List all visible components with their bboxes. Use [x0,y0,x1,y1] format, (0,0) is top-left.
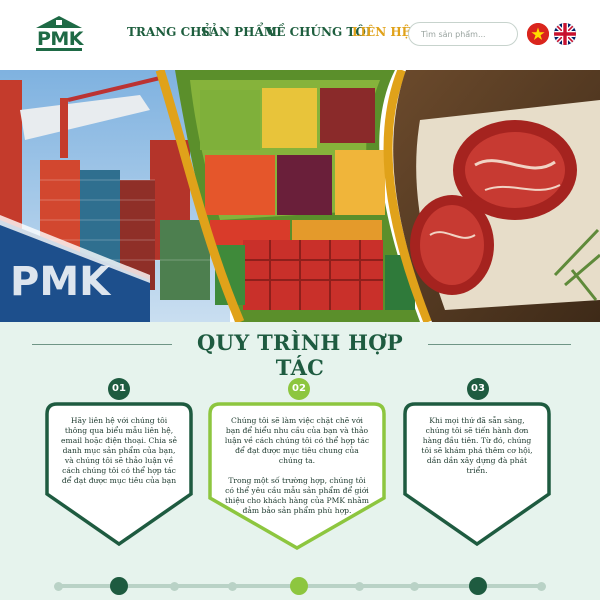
step-description: Khi mọi thứ đã sẵn sàng, chúng tôi sẽ ti… [419,416,535,476]
timeline-dot [355,582,364,591]
search-input[interactable] [408,22,518,46]
step-number-badge: 03 [467,378,489,400]
nav-home[interactable]: TRANG CHỦ [127,25,212,39]
pmk-logo[interactable]: PMK [34,16,84,52]
vietnam-flag-icon[interactable] [527,23,549,45]
timeline-dot [410,582,419,591]
timeline-step-dot[interactable] [290,577,308,595]
svg-text:PMK: PMK [10,259,112,305]
step-paragraph: Khi mọi thứ đã sẵn sàng, chúng tôi sẽ ti… [421,416,533,475]
timeline-step-dot[interactable] [469,577,487,595]
site-header: PMK TRANG CHỦ SẢN PHẨM VỀ CHÚNG TÔI LIÊN… [0,0,600,70]
timeline-dot [537,582,546,591]
step-paragraph: Chúng tôi sẽ làm việc chặt chẽ với bạn đ… [224,416,370,465]
nav-products[interactable]: SẢN PHẨM [201,25,277,39]
step-description: Chúng tôi sẽ làm việc chặt chẽ với bạn đ… [224,416,370,516]
logo-text: PMK [36,28,84,50]
timeline-dot [228,582,237,591]
uk-flag-icon[interactable] [554,23,576,45]
step-card: Khi mọi thứ đã sẵn sàng, chúng tôi sẽ ti… [403,402,551,546]
step-paragraph: Trong một số trường hợp, chúng tôi có th… [224,476,370,515]
timeline-dot [54,582,63,591]
cooperation-process-section: QUY TRÌNH HỢP TÁC 01 Hãy liên hệ với chú… [0,322,600,600]
step-number-badge: 01 [108,378,130,400]
section-title: QUY TRÌNH HỢP TÁC [197,330,403,380]
timeline-dot [170,582,179,591]
beef-steak-photo [393,70,600,322]
title-divider-left [32,344,172,345]
step-paragraph: Hãy liên hệ với chúng tôi thông qua biểu… [61,416,177,485]
timeline-step-dot[interactable] [110,577,128,595]
title-divider-right [428,344,571,345]
step-card: Chúng tôi sẽ làm việc chặt chẽ với bạn đ… [208,402,386,550]
step-description: Hãy liên hệ với chúng tôi thông qua biểu… [61,416,177,486]
step-number-badge: 02 [288,378,310,400]
nav-contact[interactable]: LIÊN HỆ [352,25,411,39]
step-card: Hãy liên hệ với chúng tôi thông qua biểu… [45,402,193,546]
hero-banner: PMK [0,70,600,322]
